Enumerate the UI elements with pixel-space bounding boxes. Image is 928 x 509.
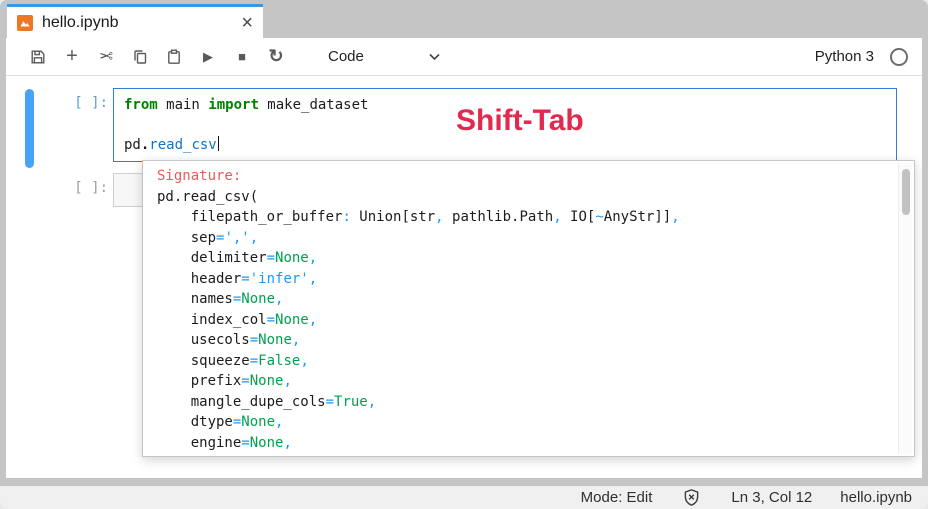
notebook-area: [ ]: from main import make_dataset pd.re… [6, 76, 922, 478]
signature-tooltip: Signature:pd.read_csv( filepath_or_buffe… [142, 160, 915, 457]
chevron-down-icon [429, 53, 440, 61]
shift-tab-annotation: Shift-Tab [456, 104, 584, 138]
add-cell-icon[interactable]: + [64, 48, 80, 66]
run-icon[interactable]: ▶ [200, 48, 216, 66]
cell-type-value: Code [328, 48, 364, 65]
cursor-position[interactable]: Ln 3, Col 12 [731, 489, 812, 506]
tooltip-scrollbar[interactable] [898, 163, 912, 454]
cell-prompt: [ ]: [36, 95, 108, 111]
jupyterlab-window: hello.ipynb × + ✂ ▶ ■ ↻ [0, 0, 928, 509]
status-bar: Mode: Edit Ln 3, Col 12 hello.ipynb [0, 486, 928, 509]
restart-kernel-icon[interactable]: ↻ [268, 48, 284, 66]
stop-icon[interactable]: ■ [234, 48, 250, 66]
not-trusted-shield-icon[interactable] [682, 488, 701, 507]
toolbar-right: Python 3 [815, 48, 922, 66]
close-tab-icon[interactable]: × [241, 13, 253, 33]
cut-icon[interactable]: ✂ [98, 48, 114, 66]
save-icon[interactable] [30, 48, 46, 66]
mode-indicator[interactable]: Mode: Edit [581, 489, 653, 506]
cell-collapser[interactable] [25, 89, 34, 168]
cell-type-select[interactable]: Code [328, 48, 440, 65]
notebook-tab[interactable]: hello.ipynb × [7, 4, 263, 38]
kernel-name[interactable]: Python 3 [815, 48, 874, 65]
tooltip-scrollbar-thumb[interactable] [902, 169, 910, 215]
tab-title: hello.ipynb [42, 14, 119, 32]
paste-icon[interactable] [166, 48, 182, 66]
notebook-toolbar: + ✂ ▶ ■ ↻ Code Python 3 [6, 38, 922, 76]
cell-prompt: [ ]: [36, 180, 108, 196]
kernel-status-icon[interactable] [890, 48, 908, 66]
status-filename: hello.ipynb [840, 489, 912, 506]
notebook-file-icon [17, 15, 33, 31]
copy-icon[interactable] [132, 48, 148, 66]
tooltip-text: Signature:pd.read_csv( filepath_or_buffe… [157, 166, 900, 453]
